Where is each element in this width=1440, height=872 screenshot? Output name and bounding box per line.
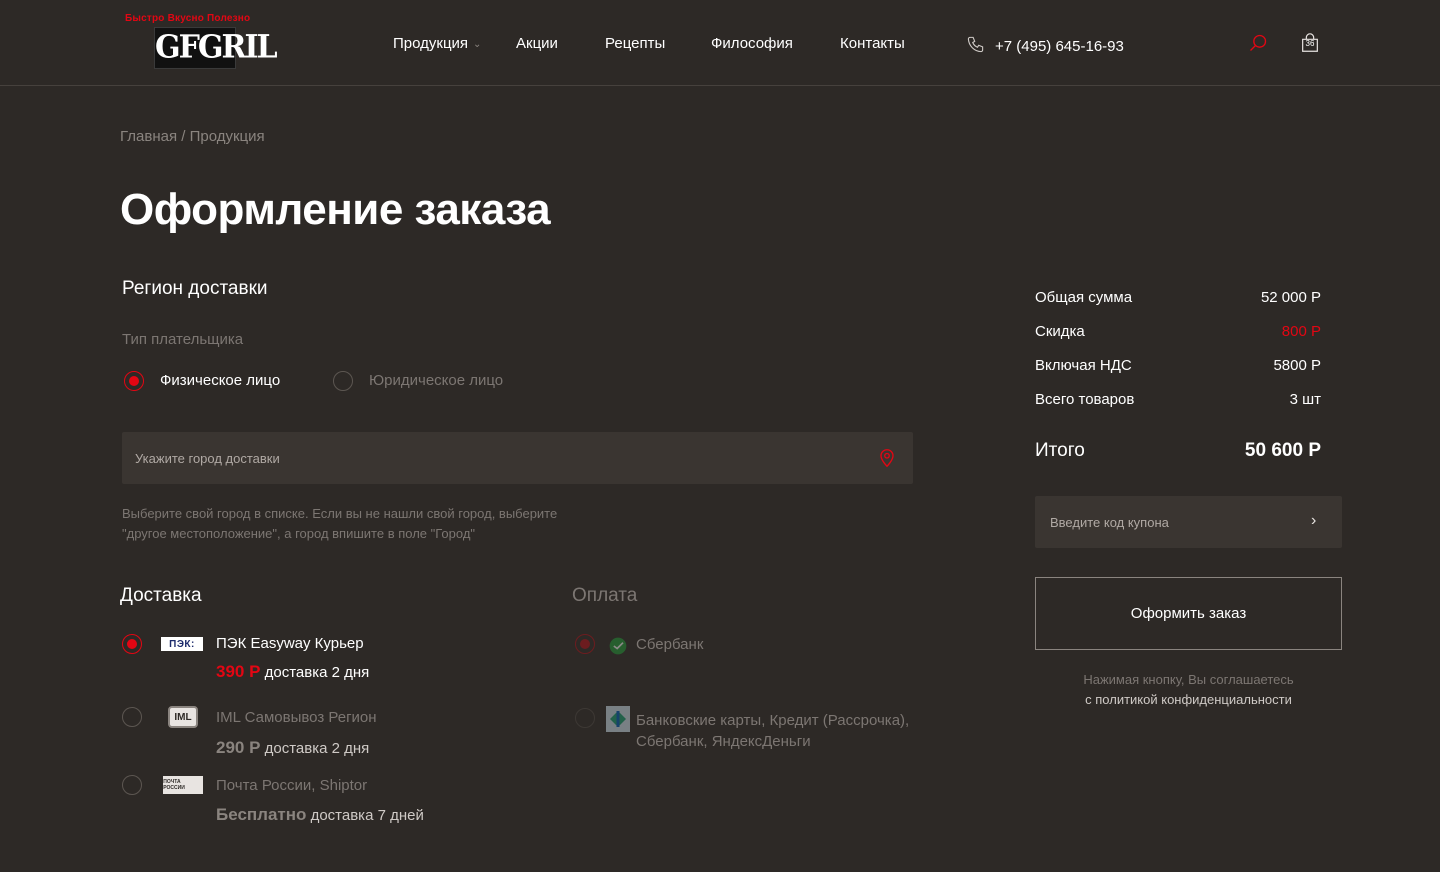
- delivery-title: Доставка: [120, 585, 202, 606]
- total-value: 50 600 Р: [1244, 440, 1321, 461]
- payment-cards-icon: [606, 706, 630, 732]
- russian-post-logo: ПОЧТА РОССИИ: [163, 776, 203, 794]
- summary-value: 5800 Р: [1273, 357, 1321, 374]
- city-input-placeholder: Укажите город доставки: [135, 450, 280, 466]
- delivery-pek-name[interactable]: ПЭК Easyway Курьер: [216, 635, 364, 652]
- pek-logo: ПЭК:: [161, 637, 203, 651]
- summary-label: Общая сумма: [1035, 289, 1133, 306]
- cart-count: 36: [1305, 39, 1315, 48]
- chevron-down-icon: ⌄: [473, 39, 482, 50]
- summary-label: Всего товаров: [1035, 391, 1135, 408]
- nav-item-recipes[interactable]: Рецепты: [605, 35, 665, 52]
- delivery-post-radio[interactable]: [122, 775, 142, 795]
- summary-value: 3 шт: [1289, 391, 1321, 408]
- tagline: Быстро Вкусно Полезно: [125, 13, 251, 24]
- nav-item-products[interactable]: Продукция ⌄: [393, 35, 481, 52]
- summary-row-discount: Скидка 800 Р: [1035, 323, 1321, 340]
- location-pin-icon[interactable]: [878, 448, 896, 473]
- nav-item-philosophy[interactable]: Философия: [711, 35, 793, 52]
- delivery-post-term: доставка 7 дней: [310, 807, 424, 824]
- summary-value: 800 Р: [1281, 323, 1321, 340]
- cart-icon[interactable]: 36: [1298, 31, 1322, 55]
- agreement-text: Нажимая кнопку, Вы соглашаетесь: [1083, 672, 1294, 687]
- submit-order-button[interactable]: Оформить заказ: [1035, 577, 1342, 650]
- payment-cards-name[interactable]: Банковские карты, Кредит (Рассрочка), Сб…: [636, 710, 909, 752]
- breadcrumb-home[interactable]: Главная: [120, 128, 177, 145]
- coupon-placeholder: Введите код купона: [1050, 514, 1169, 530]
- site-header: Быстро Вкусно Полезно GFGRIL Продукция ⌄ …: [0, 0, 1440, 86]
- payment-title: Оплата: [572, 585, 638, 606]
- phone-icon: [966, 35, 985, 58]
- delivery-pek-term: доставка 2 дня: [264, 664, 370, 681]
- payment-sber-radio[interactable]: [575, 634, 595, 654]
- delivery-iml-name[interactable]: IML Самовывоз Регион: [216, 709, 377, 726]
- iml-logo: IML: [168, 706, 198, 728]
- coupon-input[interactable]: Введите код купона ›: [1035, 496, 1342, 548]
- logo[interactable]: GFGRIL: [154, 27, 278, 69]
- payer-individual-label[interactable]: Физическое лицо: [160, 372, 280, 389]
- privacy-agreement: Нажимая кнопку, Вы соглашаетесь с полити…: [1035, 670, 1342, 710]
- nav-item-promotions[interactable]: Акции: [516, 35, 558, 52]
- payment-cards-radio[interactable]: [575, 708, 595, 728]
- payment-cards-line2: Сбербанк, ЯндексДеньги: [636, 733, 811, 750]
- payment-cards-line1: Банковские карты, Кредит (Рассрочка),: [636, 712, 910, 729]
- summary-value: 52 000 Р: [1260, 289, 1321, 306]
- summary-label: Включая НДС: [1035, 357, 1132, 374]
- delivery-pek-radio[interactable]: [122, 634, 142, 654]
- delivery-iml-cost: 290 Р: [216, 738, 261, 757]
- delivery-iml-radio[interactable]: [122, 707, 142, 727]
- summary-label: Скидка: [1035, 323, 1085, 340]
- city-hint: Выберите свой город в списке. Если вы не…: [122, 506, 558, 541]
- delivery-pek-cost: 390 Р: [216, 662, 261, 681]
- breadcrumb: Главная / Продукция: [120, 128, 265, 145]
- delivery-iml-term: доставка 2 дня: [264, 740, 370, 757]
- payer-individual-radio[interactable]: [124, 371, 144, 391]
- payment-sber-name[interactable]: Сбербанк: [636, 636, 703, 653]
- chevron-right-icon[interactable]: ›: [1311, 513, 1316, 529]
- breadcrumb-separator: /: [177, 128, 190, 145]
- total-label: Итого: [1035, 440, 1085, 461]
- payer-type-label: Тип плательщика: [122, 331, 244, 348]
- delivery-post-price: Бесплатно доставка 7 дней: [216, 805, 424, 825]
- summary-row-items: Всего товаров 3 шт: [1035, 391, 1321, 408]
- payer-company-radio[interactable]: [333, 371, 353, 391]
- delivery-pek-price: 390 Р доставка 2 дня: [216, 662, 369, 682]
- privacy-policy-link[interactable]: с политикой конфиденциальности: [1035, 690, 1342, 710]
- city-input[interactable]: Укажите город доставки: [122, 432, 913, 484]
- search-icon[interactable]: [1246, 31, 1270, 55]
- nav-item-label: Продукция: [393, 35, 469, 52]
- breadcrumb-current[interactable]: Продукция: [190, 128, 265, 145]
- delivery-post-cost: Бесплатно: [216, 805, 307, 824]
- sberbank-icon: [608, 636, 628, 661]
- nav-item-contacts[interactable]: Контакты: [840, 35, 905, 52]
- summary-row-subtotal: Общая сумма 52 000 Р: [1035, 289, 1321, 306]
- delivery-iml-price: 290 Р доставка 2 дня: [216, 738, 369, 758]
- delivery-post-name[interactable]: Почта России, Shiptor: [216, 777, 367, 794]
- summary-row-vat: Включая НДС 5800 Р: [1035, 357, 1321, 374]
- payer-company-label[interactable]: Юридическое лицо: [369, 372, 503, 389]
- page-title: Оформление заказа: [120, 185, 551, 234]
- phone-number: +7 (495) 645-16-93: [995, 38, 1124, 55]
- summary-total: Итого 50 600 Р: [1035, 440, 1321, 462]
- region-title: Регион доставки: [122, 278, 268, 299]
- phone-link[interactable]: +7 (495) 645-16-93: [966, 35, 1124, 58]
